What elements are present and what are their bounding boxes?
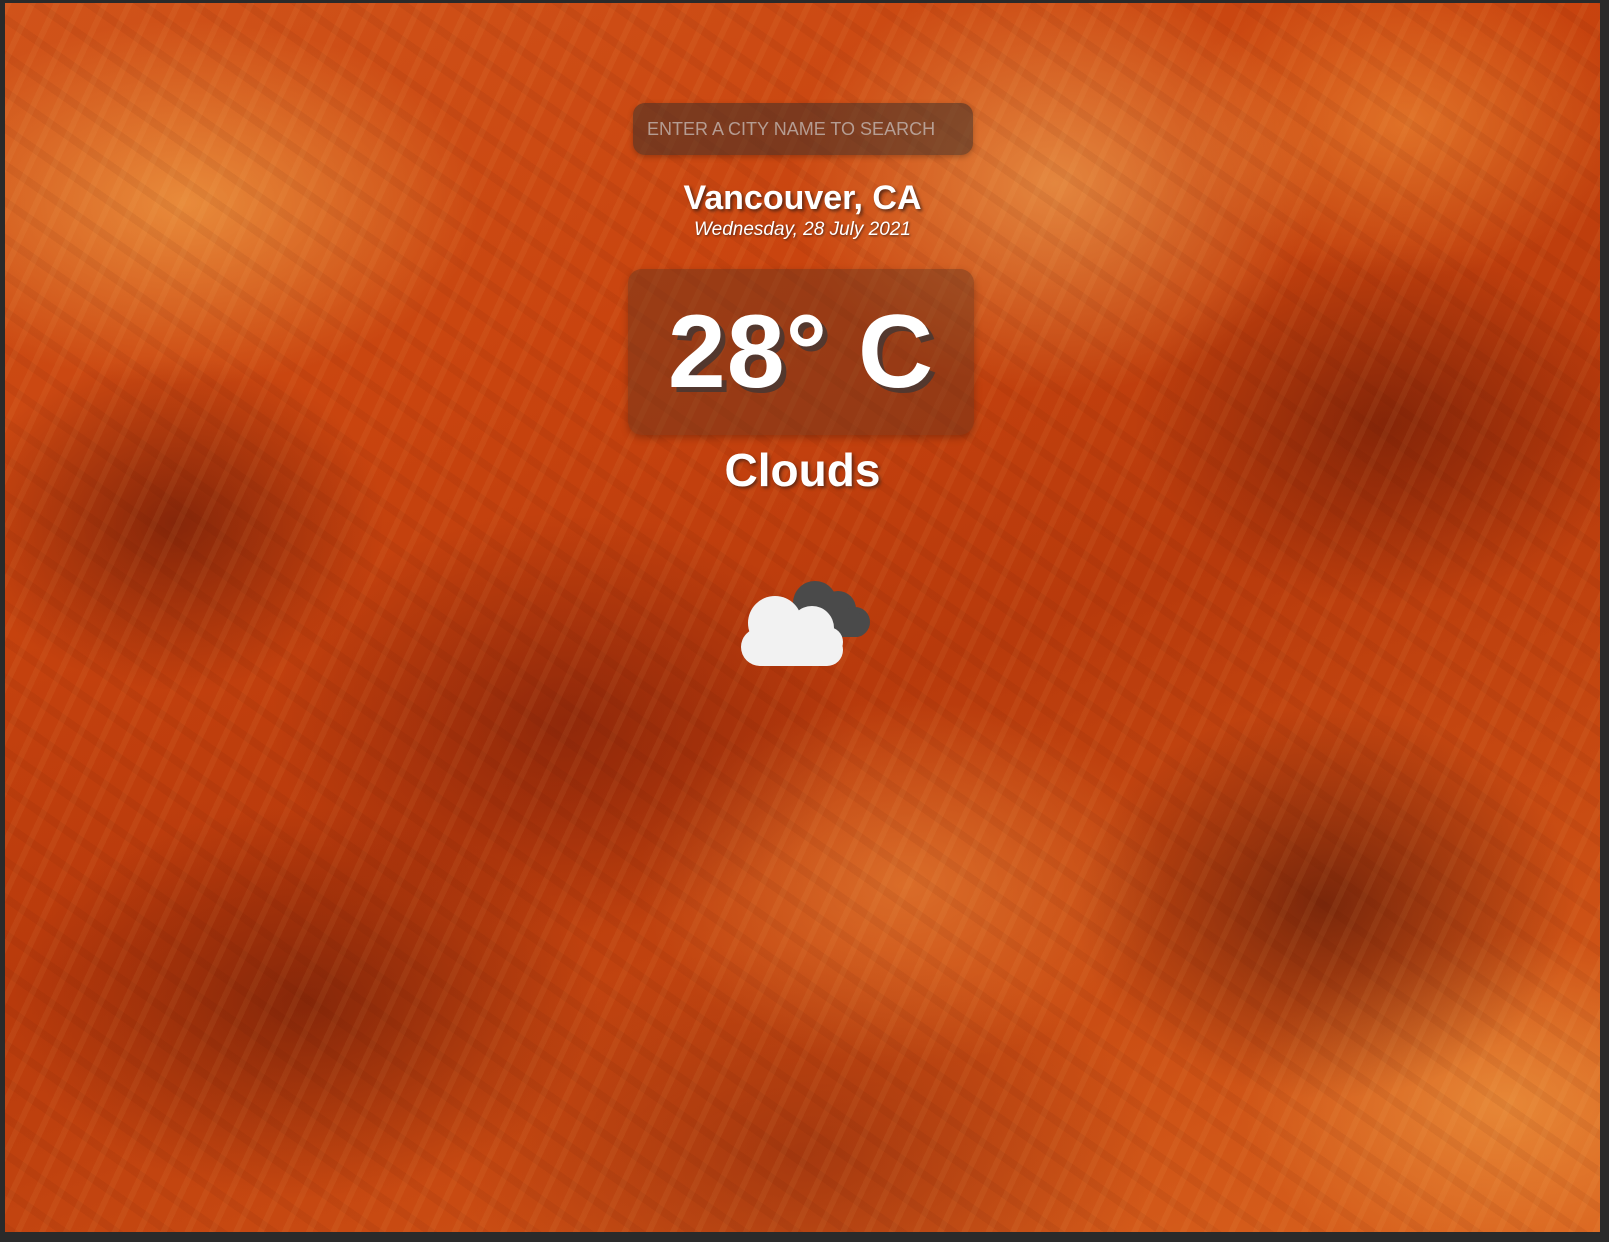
clouds-icon	[730, 579, 880, 679]
fire-background: Vancouver, CA Wednesday, 28 July 2021 28…	[5, 3, 1600, 1232]
weather-app: Vancouver, CA Wednesday, 28 July 2021 28…	[5, 3, 1600, 1232]
temperature-value: 28° C	[667, 293, 935, 410]
current-date: Wednesday, 28 July 2021	[694, 219, 911, 240]
temperature-box: 28° C	[628, 269, 974, 435]
weather-condition: Clouds	[724, 444, 881, 496]
location-title: Vancouver, CA	[683, 179, 922, 217]
city-search-input[interactable]	[633, 103, 973, 155]
